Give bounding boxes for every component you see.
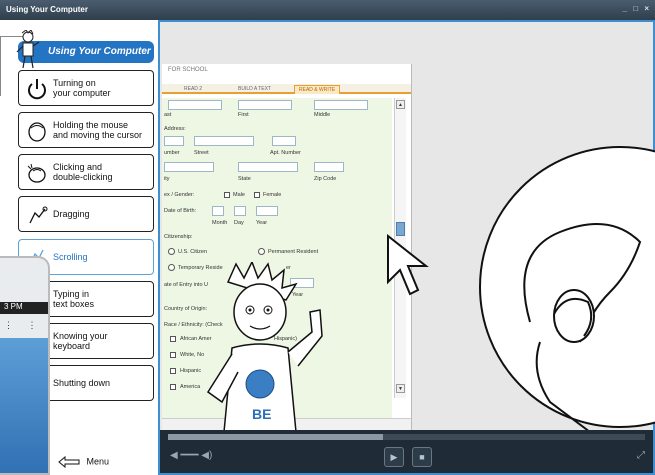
middle-name-field[interactable] xyxy=(314,100,368,110)
menu-item-clicking[interactable]: Clicking and double-clicking xyxy=(18,154,154,190)
dob-label: Date of Birth: xyxy=(164,208,197,214)
day-label: Day xyxy=(234,220,244,226)
last-label: ast xyxy=(164,112,172,118)
address-label: Address: xyxy=(164,126,186,132)
day-field[interactable] xyxy=(234,206,246,216)
menu-button[interactable]: Menu xyxy=(58,456,109,468)
cursor-arrow-icon xyxy=(387,234,429,296)
app-title-label: Using Your Computer xyxy=(48,46,151,57)
female-checkbox[interactable] xyxy=(254,192,260,198)
number-label: umber xyxy=(164,150,180,156)
hispanic-checkbox[interactable] xyxy=(170,368,176,374)
menu-button-label: Menu xyxy=(86,456,110,467)
phone-screen xyxy=(0,338,48,473)
menu-item-label: Holding the mouse and moving the cursor xyxy=(53,120,143,140)
permanent-resident-label: Permanent Resident xyxy=(268,249,319,255)
street-field[interactable] xyxy=(194,136,254,146)
city-label: ity xyxy=(164,176,170,182)
apt-label: Apt. Number xyxy=(270,150,301,156)
player-controls: ◀ ━━━ ◀) ▶ ■ ⤢ xyxy=(160,430,653,473)
phone-dots-icon: ⋮ ⋮ xyxy=(4,320,43,330)
last-name-field[interactable] xyxy=(168,100,222,110)
arrow-left-icon xyxy=(58,456,80,468)
title-bar: Using Your Computer _ □ × xyxy=(0,0,655,20)
year-field[interactable] xyxy=(256,206,278,216)
stop-button[interactable]: ■ xyxy=(412,447,432,467)
temporary-resident-radio[interactable] xyxy=(168,264,175,271)
menu-item-label: Shutting down xyxy=(53,378,111,388)
month-field[interactable] xyxy=(212,206,224,216)
african-checkbox[interactable] xyxy=(170,336,176,342)
hand-mouse-icon xyxy=(28,122,46,142)
menu-item-label: Turning on your computer xyxy=(53,78,111,98)
volume-control[interactable]: ◀ ━━━ ◀) xyxy=(170,450,240,464)
document-header: FOR SCHOOL xyxy=(162,64,411,86)
month-label: Month xyxy=(212,220,228,226)
scroll-down-button[interactable]: ▼ xyxy=(396,384,405,393)
power-icon xyxy=(28,79,46,100)
white-checkbox[interactable] xyxy=(170,352,176,358)
state-field[interactable] xyxy=(238,162,298,172)
tab-build-a-text[interactable]: BUILD A TEXT xyxy=(234,85,275,94)
state-label: State xyxy=(238,176,251,182)
window-controls[interactable]: _ □ × xyxy=(623,4,651,13)
middle-label: Middle xyxy=(314,112,331,118)
menu-item-label: Scrolling xyxy=(53,252,88,262)
citizenship-label: Citizenship: xyxy=(164,234,193,240)
menu-item-label: Clicking and double-clicking xyxy=(53,162,113,182)
mouse-click-icon xyxy=(27,163,46,183)
mascot-label: BE xyxy=(252,406,272,422)
scroll-up-button[interactable]: ▲ xyxy=(396,100,405,109)
sex-label: ex / Gender: xyxy=(164,192,195,198)
drag-hand-icon xyxy=(29,206,48,224)
male-checkbox[interactable] xyxy=(224,192,230,198)
phone-status-bar: 3 PM xyxy=(0,302,48,314)
number-field[interactable] xyxy=(164,136,184,146)
first-label: First xyxy=(238,112,249,118)
us-citizen-radio[interactable] xyxy=(168,248,175,255)
document-tabs: READ 2 BUILD A TEXT READ & WRITE xyxy=(162,84,411,94)
tab-read-2[interactable]: READ 2 xyxy=(180,85,206,94)
city-field[interactable] xyxy=(164,162,214,172)
computer-guy-icon xyxy=(16,30,40,69)
fullscreen-icon[interactable]: ⤢ xyxy=(637,450,645,461)
progress-fill xyxy=(168,434,383,440)
american-checkbox[interactable] xyxy=(170,384,176,390)
permanent-resident-radio[interactable] xyxy=(258,248,265,255)
window-title: Using Your Computer xyxy=(6,5,88,14)
apt-field[interactable] xyxy=(272,136,296,146)
year-label: Year xyxy=(256,220,268,226)
menu-item-label: Dragging xyxy=(53,209,90,219)
first-name-field[interactable] xyxy=(238,100,292,110)
zip-field[interactable] xyxy=(314,162,344,172)
us-citizen-label: U.S. Citizen xyxy=(178,249,208,255)
phone-image: 3 PM ⋮ ⋮ xyxy=(0,256,50,475)
street-label: Street xyxy=(194,150,209,156)
menu-item-label: Typing in text boxes xyxy=(53,289,95,309)
video-panel: FOR SCHOOL READ 2 BUILD A TEXT READ & WR… xyxy=(158,20,655,475)
tab-read-write[interactable]: READ & WRITE xyxy=(294,85,341,94)
menu-item-turning-on[interactable]: Turning on your computer xyxy=(18,70,154,106)
menu-item-label: Knowing your keyboard xyxy=(53,331,108,351)
female-label: Female xyxy=(263,192,282,198)
male-label: Male xyxy=(233,192,245,198)
zip-label: Zip Code xyxy=(314,176,337,182)
play-button[interactable]: ▶ xyxy=(384,447,404,467)
progress-bar[interactable] xyxy=(168,434,645,440)
menu-item-dragging[interactable]: Dragging xyxy=(18,196,154,232)
zoom-hand-mouse-image xyxy=(479,146,655,432)
menu-item-holding-mouse[interactable]: Holding the mouse and moving the cursor xyxy=(18,112,154,148)
